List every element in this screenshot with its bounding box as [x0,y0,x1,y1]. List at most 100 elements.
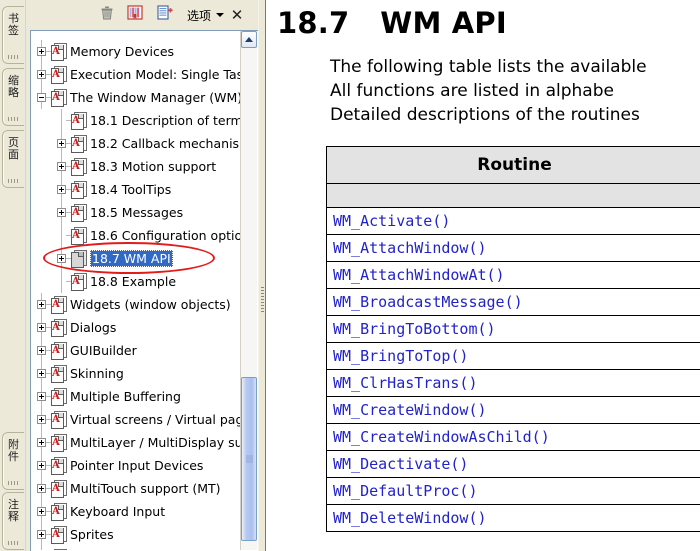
side-tab-grip-icon [8,541,20,545]
pdf-bookmark-icon: A [51,43,67,61]
scrollbar-grip-icon [246,455,253,463]
bookmark-tree-item[interactable]: A Pointer Input Devices [31,454,241,477]
routine-link[interactable]: WM_Deactivate() [326,450,700,478]
side-tab-thumbnails[interactable]: 缩略 [2,68,24,126]
side-tab-comments[interactable]: 注释 [2,492,24,550]
table-spacer-row [326,183,700,208]
bookmark-tree-item[interactable]: A MultiTouch support (MT) [31,477,241,500]
tree-expand-icon[interactable] [37,415,46,424]
bookmark-tree-item[interactable]: A Memory Devices [31,40,241,63]
routine-link[interactable]: WM_AttachWindow() [326,234,700,262]
bookmark-tree-item-label: 18.5 Messages [90,205,184,220]
routine-link[interactable]: WM_ClrHasTrans() [326,369,700,397]
tree-expand-icon[interactable] [57,208,66,217]
tree-expand-icon[interactable] [37,47,46,56]
tree-expand-icon[interactable] [57,139,66,148]
bookmark-tree-item[interactable]: A Skinning [31,362,241,385]
bookmark-tree-item-label: MultiTouch support (MT) [70,481,221,496]
tree-expand-icon[interactable] [37,392,46,401]
bookmark-tree-item-label: 18.6 Configuration options [90,228,241,243]
bookmark-tree-item[interactable]: ACursors [31,546,241,550]
routine-link[interactable]: WM_Activate() [326,207,700,235]
scroll-up-button[interactable] [241,31,257,48]
tree-connector-line [61,109,62,132]
bookmark-tree-item[interactable]: A 18.5 Messages [31,201,241,224]
bookmark-tree-item-label: 18.4 ToolTips [90,182,172,197]
add-bookmark-button[interactable] [154,4,176,26]
pdf-bookmark-icon: A [51,365,67,383]
tree-expand-icon[interactable] [37,70,46,79]
bookmark-tree-item[interactable]: A Keyboard Input [31,500,241,523]
splitter-grip-icon [261,287,264,312]
tree-expand-icon[interactable] [37,300,46,309]
column-header-routine: Routine [326,146,700,184]
pdf-bookmark-icon: A [51,549,67,550]
bookmark-tree-item-label: Keyboard Input [70,504,166,519]
bookmark-tree-item[interactable]: A 18.1 Description of terms [31,109,241,132]
bookmark-tree-item[interactable]: A GUIBuilder [31,339,241,362]
bookmark-tree-item[interactable]: A Sprites [31,523,241,546]
bookmark-tree-item[interactable]: A 18.4 ToolTips [31,178,241,201]
tree-expand-icon[interactable] [37,323,46,332]
tree-expand-icon[interactable] [37,530,46,539]
scrollbar-thumb[interactable] [241,377,257,541]
routine-link[interactable]: WM_CreateWindowAsChild() [326,423,700,451]
bookmark-tree-item[interactable]: A The Window Manager (WM) [31,86,241,109]
pdf-bookmark-icon: A [71,112,87,130]
bookmark-tree-item-label: Sprites [70,527,114,542]
pdf-bookmark-icon: A [51,411,67,429]
tree-expand-icon[interactable] [37,346,46,355]
tree-expand-icon[interactable] [57,185,66,194]
bookmark-tree-scrollbar[interactable] [240,31,257,550]
tree-expand-icon[interactable] [37,484,46,493]
pdf-bookmark-icon: A [51,342,67,360]
bookmark-tree-item[interactable]: A Execution Model: Single Task [31,63,241,86]
new-bookmark-button[interactable] [124,4,146,26]
tree-expand-icon[interactable] [37,461,46,470]
bookmark-tree-item-label: Pointer Input Devices [70,458,204,473]
routine-link[interactable]: WM_CreateWindow() [326,396,700,424]
tree-expand-icon[interactable] [57,254,66,263]
side-tab-bookmarks[interactable]: 书签 [2,6,24,64]
routine-link[interactable]: WM_AttachWindowAt() [326,261,700,289]
side-tab-attachments[interactable]: 附件 [2,432,24,490]
bookmark-tree-item[interactable]: A 18.6 Configuration options [31,224,241,247]
application-window: 书签 缩略 页面 附件 注释 选项 ✕ A Memory Devices A E… [0,0,700,551]
bookmark-tree-item[interactable]: A Virtual screens / Virtual pages [31,408,241,431]
bookmark-tree-item[interactable]: 18.7 WM API [31,247,241,270]
tree-expand-icon[interactable] [37,507,46,516]
routine-link[interactable]: WM_BroadcastMessage() [326,288,700,316]
tree-collapse-icon[interactable] [37,93,46,102]
routine-link[interactable]: WM_DefaultProc() [326,477,700,505]
routine-link[interactable]: WM_BringToTop() [326,342,700,370]
bookmark-tree-item-label: Widgets (window objects) [70,297,231,312]
arrow-up-icon [245,37,253,42]
bookmark-tree-item[interactable]: A 18.8 Example [31,270,241,293]
options-label: 选项 [187,8,212,23]
table-row: WM_AttachWindowAt() [326,261,700,289]
tree-expand-icon[interactable] [37,438,46,447]
tree-expand-icon[interactable] [57,162,66,171]
paragraph-line: All functions are listed in alphabe [330,81,614,101]
options-menu-button[interactable]: 选项 [182,4,229,26]
bookmark-tree-rows[interactable]: A Memory Devices A Execution Model: Single … [31,31,241,550]
close-panel-button[interactable]: ✕ [226,4,248,26]
table-row: WM_AttachWindow() [326,234,700,262]
table-row: WM_Deactivate() [326,450,700,478]
pdf-bookmark-icon: A [51,457,67,475]
bookmark-tree-item[interactable]: A Multiple Buffering [31,385,241,408]
side-tab-pages[interactable]: 页面 [2,130,24,188]
delete-bookmark-button[interactable] [96,4,118,26]
bookmarks-panel: 选项 ✕ A Memory Devices A Execution Model: Si… [26,0,258,551]
bookmark-tree-item[interactable]: A Dialogs [31,316,241,339]
bookmark-tree-item[interactable]: A 18.2 Callback mechanism, [31,132,241,155]
routine-link[interactable]: WM_DeleteWindow() [326,504,700,532]
pdf-bookmark-icon: A [51,388,67,406]
routine-link[interactable]: WM_BringToBottom() [326,315,700,343]
panel-splitter[interactable] [258,0,265,551]
tree-expand-icon[interactable] [37,369,46,378]
bookmark-tree-item[interactable]: A Widgets (window objects) [31,293,241,316]
bookmark-tree-item[interactable]: A 18.3 Motion support [31,155,241,178]
bookmark-tree-item[interactable]: A MultiLayer / MultiDisplay supp [31,431,241,454]
document-view[interactable]: 18.7 WM API The following table lists th… [265,0,700,551]
